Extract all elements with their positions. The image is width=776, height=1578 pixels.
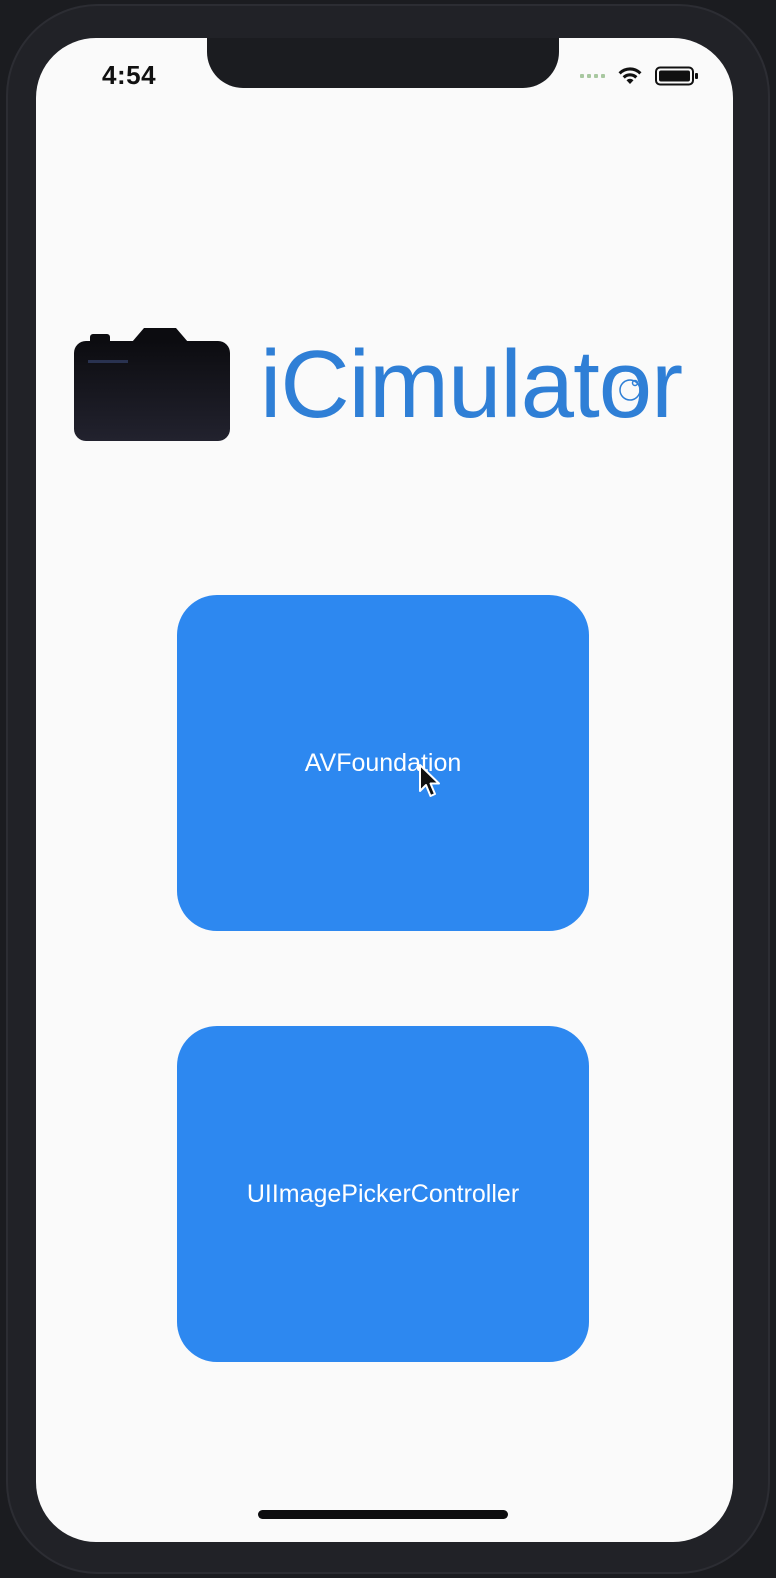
notch (207, 38, 559, 88)
lens-icon (612, 372, 648, 413)
uiimagepickercontroller-button[interactable]: UIImagePickerController (177, 1026, 589, 1362)
home-indicator[interactable] (258, 1510, 508, 1519)
camera-icon (74, 326, 232, 447)
status-icons (580, 64, 699, 88)
cellular-signal-icon (580, 74, 605, 78)
battery-icon (655, 66, 699, 86)
status-time: 4:54 (102, 60, 157, 90)
device-frame: 4:54 iCimulator AVFoundation UIImagePick… (0, 0, 776, 1578)
uiimagepickercontroller-button-label: UIImagePickerController (246, 1179, 520, 1208)
app-logo: iCimulator (74, 326, 694, 442)
wifi-icon (617, 66, 643, 86)
avfoundation-button-label: AVFoundation (304, 748, 462, 777)
avfoundation-button[interactable]: AVFoundation (177, 595, 589, 931)
app-screen: 4:54 iCimulator AVFoundation UIImagePick… (36, 38, 733, 1542)
